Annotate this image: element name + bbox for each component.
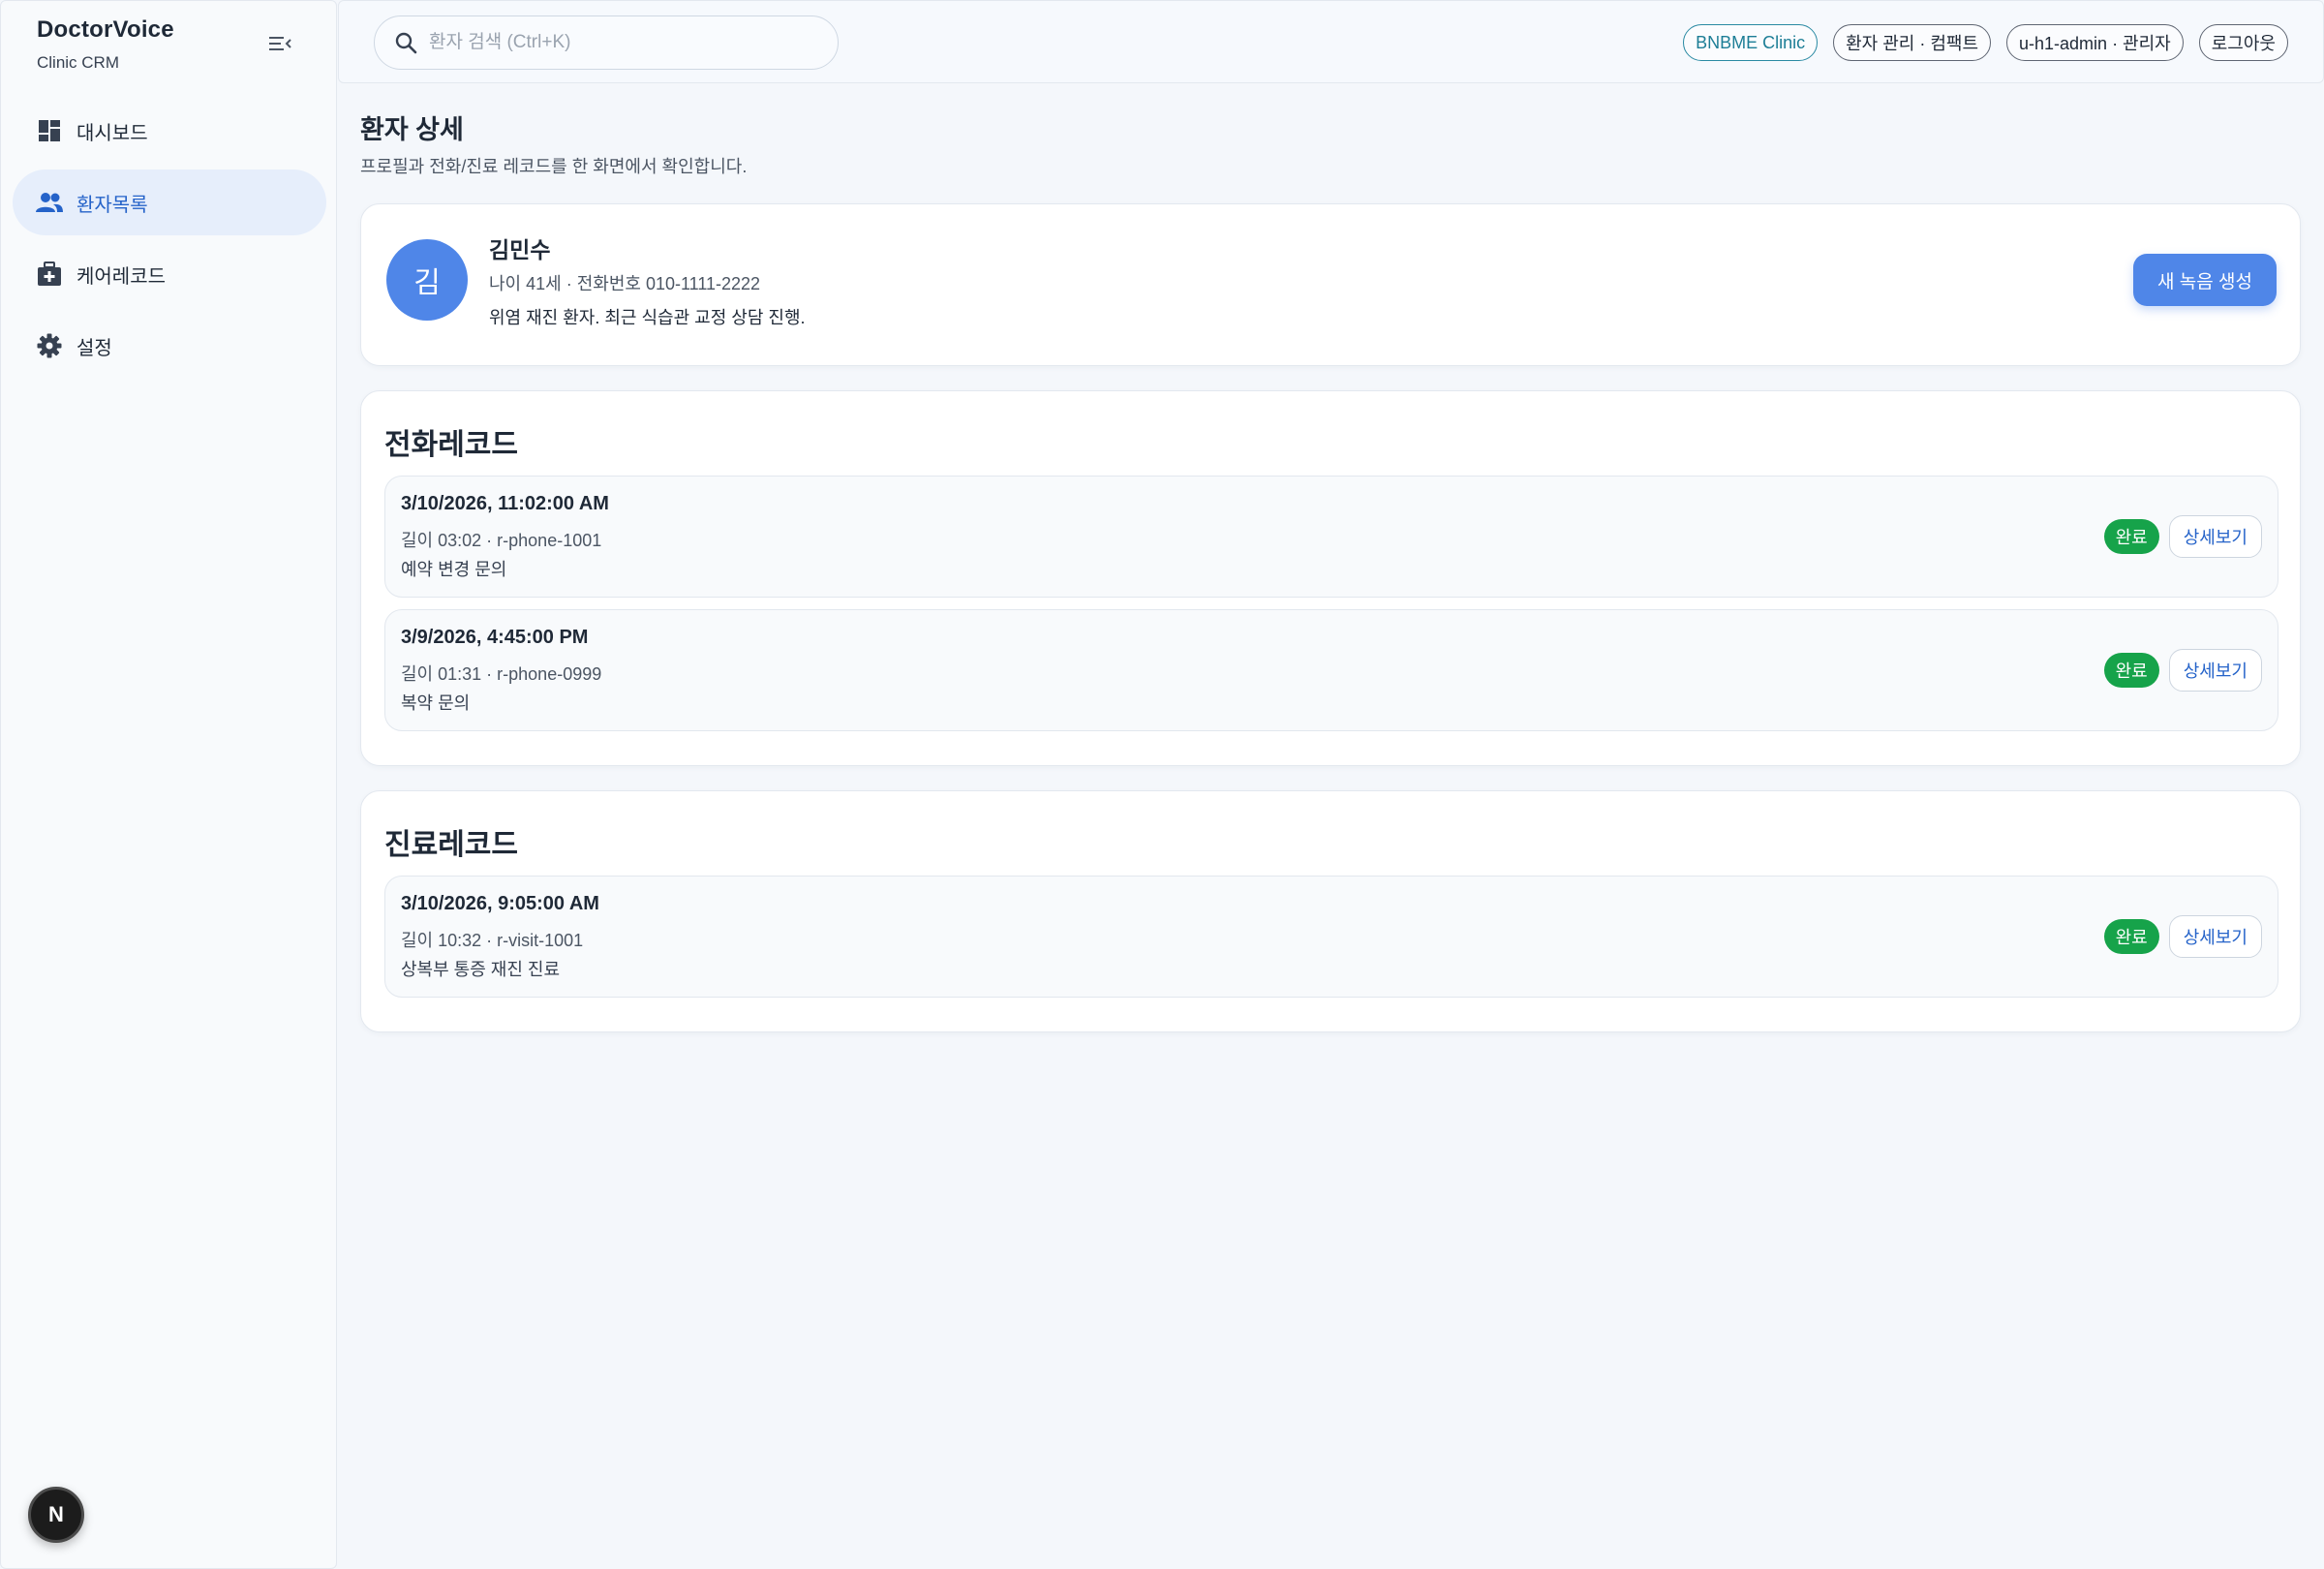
search-box[interactable] [374,15,839,70]
brand-name: DoctorVoice [37,16,174,43]
record-description: 예약 변경 문의 [401,560,507,579]
sidebar: DoctorVoice Clinic CRM 대시보드 환자목록 케어레코드 설… [0,0,337,1569]
record-actions: 완료 상세보기 [2103,515,2262,558]
mode-chip[interactable]: 환자 관리 · 컴팩트 [1833,24,1992,61]
top-bar: BNBME Clinic 환자 관리 · 컴팩트 u-h1-admin · 관리… [338,0,2324,83]
patient-note: 위염 재진 환자. 최근 식습관 교정 상담 진행. [489,308,806,327]
record-actions: 완료 상세보기 [2103,649,2262,692]
page-subtitle: 프로필과 전화/진료 레코드를 한 화면에서 확인합니다. [360,157,748,176]
patient-name: 김민수 [489,237,551,262]
gear-icon [36,332,63,359]
phone-records-card: 전화레코드 3/10/2026, 11:02:00 AM 길이 03:02 · … [360,390,2301,766]
list-item: 3/9/2026, 4:45:00 PM 길이 01:31 · r-phone-… [384,609,2278,731]
people-icon [36,189,63,216]
medical-bag-icon [36,261,63,288]
clinic-chip[interactable]: BNBME Clinic [1683,24,1819,61]
app-root: DoctorVoice Clinic CRM 대시보드 환자목록 케어레코드 설… [0,0,2324,1569]
view-detail-button[interactable]: 상세보기 [2168,649,2262,692]
record-description: 상복부 통증 재진 진료 [401,960,561,979]
list-item: 3/10/2026, 11:02:00 AM 길이 03:02 · r-phon… [384,476,2278,598]
sidebar-item-settings[interactable]: 설정 [13,313,326,379]
sidebar-item-care-records[interactable]: 케어레코드 [13,241,326,307]
sidebar-item-label: 환자목록 [76,194,148,216]
avatar: 김 [386,239,468,321]
sidebar-item-label: 대시보드 [76,122,148,144]
collapse-sidebar-button[interactable] [260,28,299,59]
status-badge: 완료 [2103,919,2159,954]
user-chip[interactable]: u-h1-admin · 관리자 [2006,24,2184,61]
header-chips: BNBME Clinic 환자 관리 · 컴팩트 u-h1-admin · 관리… [1683,24,2288,61]
record-time: 3/10/2026, 9:05:00 AM [401,893,599,914]
status-badge: 완료 [2103,653,2159,688]
page-title: 환자 상세 [360,115,464,144]
record-description: 복약 문의 [401,693,471,713]
logout-button[interactable]: 로그아웃 [2198,24,2288,61]
patient-profile-card: 김 김민수 나이 41세 · 전화번호 010-1111-2222 위염 재진 … [360,203,2301,366]
record-time: 3/9/2026, 4:45:00 PM [401,627,589,648]
visit-records-list: 3/10/2026, 9:05:00 AM 길이 10:32 · r-visit… [384,876,2278,1009]
patient-meta: 나이 41세 · 전화번호 010-1111-2222 [489,274,761,293]
sidebar-nav: 대시보드 환자목록 케어레코드 설정 [13,98,326,385]
record-meta: 길이 03:02 · r-phone-1001 [401,531,602,550]
view-detail-button[interactable]: 상세보기 [2168,915,2262,958]
sidebar-item-patients[interactable]: 환자목록 [13,169,326,235]
record-meta: 길이 01:31 · r-phone-0999 [401,664,602,684]
search-input[interactable] [429,32,816,53]
view-detail-button[interactable]: 상세보기 [2168,515,2262,558]
phone-records-list: 3/10/2026, 11:02:00 AM 길이 03:02 · r-phon… [384,476,2278,743]
sidebar-item-dashboard[interactable]: 대시보드 [13,98,326,164]
record-meta: 길이 10:32 · r-visit-1001 [401,931,584,950]
brand-subtitle: Clinic CRM [37,53,119,72]
new-recording-button[interactable]: 새 녹음 생성 [2133,254,2277,306]
search-icon [395,32,417,54]
status-badge: 완료 [2103,519,2159,554]
sidebar-item-label: 케어레코드 [76,265,166,288]
visit-records-title: 진료레코드 [384,829,518,861]
record-time: 3/10/2026, 11:02:00 AM [401,493,609,514]
menu-collapse-icon [269,37,291,50]
dashboard-icon [36,117,63,144]
brand: DoctorVoice Clinic CRM [37,16,174,73]
list-item: 3/10/2026, 9:05:00 AM 길이 10:32 · r-visit… [384,876,2278,998]
visit-records-card: 진료레코드 3/10/2026, 9:05:00 AM 길이 10:32 · r… [360,790,2301,1032]
phone-records-title: 전화레코드 [384,429,518,461]
record-actions: 완료 상세보기 [2103,915,2262,958]
dev-tools-badge[interactable]: N [28,1487,84,1543]
sidebar-item-label: 설정 [76,337,112,359]
